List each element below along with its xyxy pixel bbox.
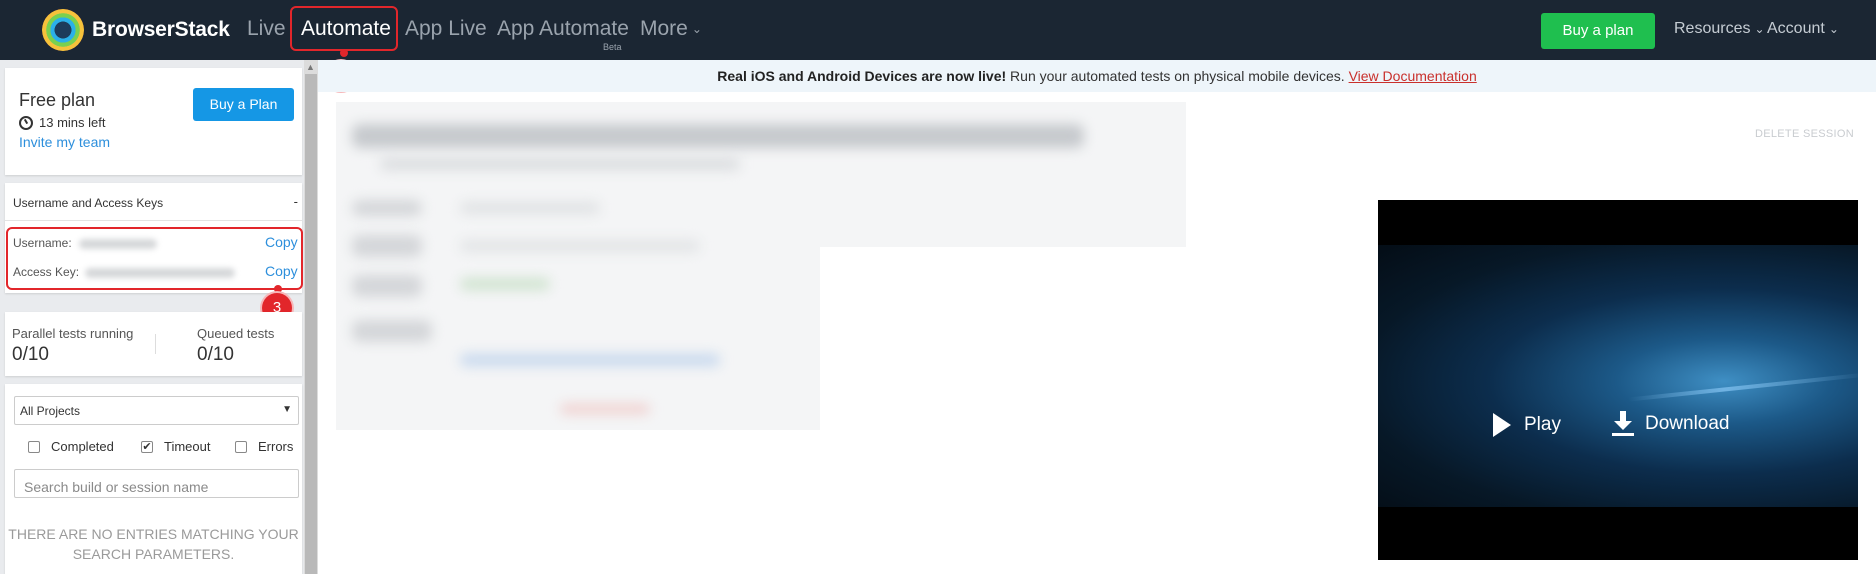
nav-account-label: Account: [1767, 20, 1825, 37]
errors-label: Errors: [258, 439, 294, 454]
dropdown-caret-icon: ▼: [282, 404, 292, 415]
time-left-text: 13 mins left: [39, 115, 106, 130]
blurred-row: [352, 275, 422, 297]
annotation-highlight-keys: [6, 227, 303, 290]
browserstack-logo[interactable]: BrowserStack: [42, 8, 230, 52]
plan-card: Free plan 13 mins left Invite my team Bu…: [5, 68, 302, 175]
plan-title: Free plan: [19, 90, 96, 110]
timeout-checkbox[interactable]: ✔: [141, 440, 153, 453]
filter-errors[interactable]: Errors: [235, 439, 293, 454]
download-label: Download: [1645, 413, 1730, 434]
scroll-up-arrow-icon[interactable]: ▲: [306, 62, 315, 72]
errors-checkbox[interactable]: [235, 440, 247, 453]
browserstack-logo-icon: [42, 9, 84, 51]
annotation-pin: [274, 285, 282, 293]
stats-divider: [155, 334, 156, 354]
filter-timeout[interactable]: ✔ Timeout: [141, 439, 210, 454]
collapse-toggle[interactable]: -: [294, 194, 298, 209]
nav-live[interactable]: Live: [247, 17, 286, 41]
chevron-down-icon: ⌄: [691, 22, 702, 37]
project-select[interactable]: All Projects ▼: [14, 396, 299, 425]
filter-completed[interactable]: Completed: [28, 439, 114, 454]
nav-account[interactable]: Account ⌄: [1767, 20, 1839, 38]
nav-app-automate[interactable]: App Automate: [497, 17, 629, 41]
blurred-row: [352, 235, 422, 257]
completed-checkbox[interactable]: [28, 440, 40, 453]
blurred-row: [352, 320, 432, 342]
session-video-player[interactable]: Play Download: [1378, 200, 1858, 560]
buy-a-plan-button[interactable]: Buy a Plan: [193, 88, 294, 121]
banner-headline: Real iOS and Android Devices are now liv…: [717, 68, 1007, 84]
blurred-title: [352, 124, 1084, 148]
nav-app-live[interactable]: App Live: [405, 17, 487, 41]
video-light-ray: [1628, 372, 1858, 402]
clock-icon: [19, 115, 33, 130]
blurred-link: [460, 354, 720, 366]
search-sessions-input[interactable]: [14, 469, 299, 498]
annotation-highlight-automate: [290, 6, 398, 51]
play-button[interactable]: Play: [1493, 413, 1561, 437]
download-button[interactable]: Download: [1612, 411, 1730, 437]
queued-tests-label: Queued tests: [197, 326, 275, 341]
delete-session-button[interactable]: DELETE SESSION: [1755, 128, 1854, 140]
empty-state-message: THERE ARE NO ENTRIES MATCHING YOUR SEARC…: [8, 526, 299, 562]
invite-team-link[interactable]: Invite my team: [19, 134, 110, 150]
top-navigation-bar: BrowserStack Live Automate App Live App …: [0, 0, 1876, 60]
download-icon: [1612, 411, 1634, 437]
parallel-tests-value: 0/10: [12, 344, 49, 365]
divider: [5, 220, 302, 221]
play-icon: [1493, 413, 1511, 437]
queued-tests-value: 0/10: [197, 344, 234, 365]
nav-more[interactable]: More ⌄: [640, 17, 702, 41]
chevron-down-icon: ⌄: [1828, 21, 1839, 36]
blurred-row: [352, 200, 422, 216]
beta-badge: Beta: [603, 42, 622, 52]
blurred-row: [460, 202, 600, 214]
annotation-pin: [340, 49, 348, 57]
blurred-row: [460, 278, 550, 290]
brand-name: BrowserStack: [92, 18, 230, 41]
project-select-value: All Projects: [20, 404, 81, 418]
announcement-banner: Real iOS and Android Devices are now liv…: [318, 60, 1876, 92]
blurred-row: [460, 240, 700, 252]
test-stats-card: Parallel tests running 0/10 Queued tests…: [5, 312, 302, 376]
completed-label: Completed: [51, 439, 114, 454]
sidebar-scrollbar-thumb[interactable]: [305, 74, 317, 574]
parallel-tests-label: Parallel tests running: [12, 326, 134, 341]
session-filter-card: All Projects ▼ Completed ✔ Timeout Error…: [5, 384, 302, 574]
play-label: Play: [1524, 414, 1561, 435]
blurred-subtitle: [380, 158, 740, 170]
video-frame: Play Download: [1378, 245, 1858, 507]
nav-resources-label: Resources: [1674, 20, 1751, 37]
chevron-down-icon: ⌄: [1754, 21, 1765, 36]
banner-text: Run your automated tests on physical mob…: [1006, 68, 1349, 84]
nav-more-label: More: [640, 17, 688, 40]
view-documentation-link[interactable]: View Documentation: [1349, 68, 1477, 84]
time-left: 13 mins left: [19, 115, 105, 130]
nav-resources[interactable]: Resources ⌄: [1674, 20, 1765, 38]
timeout-label: Timeout: [164, 439, 211, 454]
blurred-status: [560, 404, 650, 414]
access-keys-heading: Username and Access Keys: [13, 196, 164, 210]
buy-plan-button[interactable]: Buy a plan: [1541, 13, 1655, 49]
